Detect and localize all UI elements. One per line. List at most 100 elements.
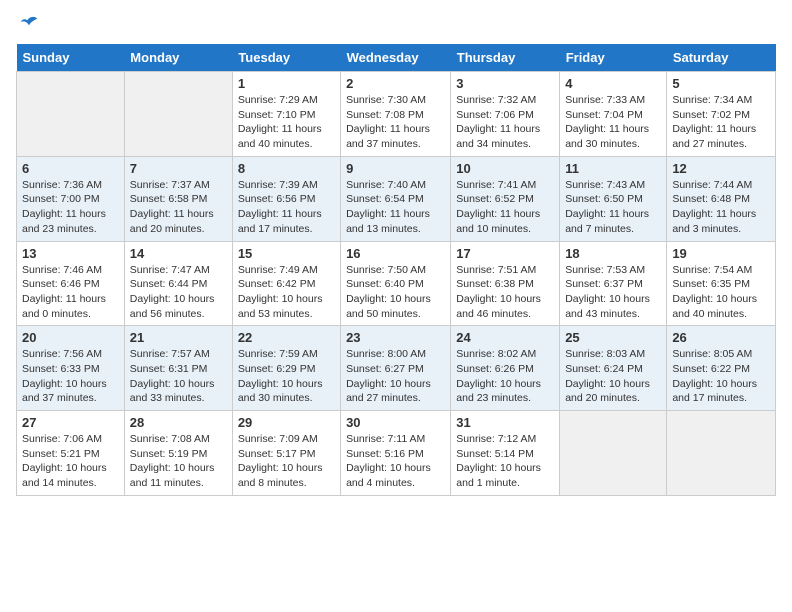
calendar-cell: 20Sunrise: 7:56 AM Sunset: 6:33 PM Dayli…	[17, 326, 125, 411]
day-number: 25	[565, 330, 661, 345]
day-info: Sunrise: 7:53 AM Sunset: 6:37 PM Dayligh…	[565, 264, 650, 320]
day-number: 7	[130, 161, 227, 176]
day-info: Sunrise: 8:05 AM Sunset: 6:22 PM Dayligh…	[672, 348, 757, 404]
week-row-4: 20Sunrise: 7:56 AM Sunset: 6:33 PM Dayli…	[17, 326, 776, 411]
day-info: Sunrise: 8:03 AM Sunset: 6:24 PM Dayligh…	[565, 348, 650, 404]
day-info: Sunrise: 7:46 AM Sunset: 6:46 PM Dayligh…	[22, 264, 106, 320]
calendar-cell: 25 Sunrise: 8:03 AM Sunset: 6:24 PM Dayli…	[560, 326, 667, 411]
calendar-cell: 31Sunrise: 7:12 AM Sunset: 5:14 PM Dayli…	[451, 411, 560, 496]
calendar-cell: 11Sunrise: 7:43 AM Sunset: 6:50 PM Dayli…	[560, 156, 667, 241]
day-number: 9	[346, 161, 445, 176]
calendar-cell: 13 Sunrise: 7:46 AM Sunset: 6:46 PM Dayli…	[17, 241, 125, 326]
calendar-cell: 2 Sunrise: 7:30 AM Sunset: 7:08 PM Daylig…	[341, 72, 451, 157]
calendar-cell: 23 Sunrise: 8:00 AM Sunset: 6:27 PM Dayli…	[341, 326, 451, 411]
day-info: Sunrise: 7:08 AM Sunset: 5:19 PM Dayligh…	[130, 433, 215, 489]
day-number: 17	[456, 246, 554, 261]
calendar-cell	[667, 411, 776, 496]
calendar-cell: 28 Sunrise: 7:08 AM Sunset: 5:19 PM Dayli…	[124, 411, 232, 496]
day-number: 24	[456, 330, 554, 345]
calendar-cell	[560, 411, 667, 496]
day-number: 11	[565, 161, 661, 176]
day-info: Sunrise: 7:56 AM Sunset: 6:33 PM Dayligh…	[22, 348, 107, 404]
day-info: Sunrise: 7:33 AM Sunset: 7:04 PM Dayligh…	[565, 94, 649, 150]
logo	[16, 16, 39, 32]
calendar-cell: 8 Sunrise: 7:39 AM Sunset: 6:56 PM Daylig…	[232, 156, 340, 241]
calendar-cell	[17, 72, 125, 157]
day-number: 13	[22, 246, 119, 261]
day-number: 3	[456, 76, 554, 91]
day-info: Sunrise: 7:41 AM Sunset: 6:52 PM Dayligh…	[456, 179, 540, 235]
day-info: Sunrise: 7:36 AM Sunset: 7:00 PM Dayligh…	[22, 179, 106, 235]
day-number: 30	[346, 415, 445, 430]
calendar-cell: 29 Sunrise: 7:09 AM Sunset: 5:17 PM Dayli…	[232, 411, 340, 496]
week-row-2: 6 Sunrise: 7:36 AM Sunset: 7:00 PM Daylig…	[17, 156, 776, 241]
day-number: 18	[565, 246, 661, 261]
week-row-3: 13 Sunrise: 7:46 AM Sunset: 6:46 PM Dayli…	[17, 241, 776, 326]
day-number: 14	[130, 246, 227, 261]
calendar-cell: 26 Sunrise: 8:05 AM Sunset: 6:22 PM Dayli…	[667, 326, 776, 411]
calendar-cell: 24 Sunrise: 8:02 AM Sunset: 6:26 PM Dayli…	[451, 326, 560, 411]
day-info: Sunrise: 7:51 AM Sunset: 6:38 PM Dayligh…	[456, 264, 541, 320]
day-info: Sunrise: 7:09 AM Sunset: 5:17 PM Dayligh…	[238, 433, 323, 489]
week-row-5: 27 Sunrise: 7:06 AM Sunset: 5:21 PM Dayli…	[17, 411, 776, 496]
day-info: Sunrise: 7:06 AM Sunset: 5:21 PM Dayligh…	[22, 433, 107, 489]
day-number: 19	[672, 246, 770, 261]
day-header-tuesday: Tuesday	[232, 44, 340, 72]
day-number: 27	[22, 415, 119, 430]
calendar-cell: 19 Sunrise: 7:54 AM Sunset: 6:35 PM Dayli…	[667, 241, 776, 326]
day-number: 8	[238, 161, 335, 176]
day-header-wednesday: Wednesday	[341, 44, 451, 72]
day-info: Sunrise: 7:50 AM Sunset: 6:40 PM Dayligh…	[346, 264, 431, 320]
calendar-cell: 12Sunrise: 7:44 AM Sunset: 6:48 PM Dayli…	[667, 156, 776, 241]
day-number: 22	[238, 330, 335, 345]
day-number: 31	[456, 415, 554, 430]
day-info: Sunrise: 7:29 AM Sunset: 7:10 PM Dayligh…	[238, 94, 322, 150]
day-number: 1	[238, 76, 335, 91]
day-number: 26	[672, 330, 770, 345]
calendar-cell: 1 Sunrise: 7:29 AM Sunset: 7:10 PM Daylig…	[232, 72, 340, 157]
day-number: 4	[565, 76, 661, 91]
calendar-table: SundayMondayTuesdayWednesdayThursdayFrid…	[16, 44, 776, 496]
day-number: 15	[238, 246, 335, 261]
day-number: 5	[672, 76, 770, 91]
calendar-cell: 10 Sunrise: 7:41 AM Sunset: 6:52 PM Dayli…	[451, 156, 560, 241]
calendar-cell: 6 Sunrise: 7:36 AM Sunset: 7:00 PM Daylig…	[17, 156, 125, 241]
day-header-saturday: Saturday	[667, 44, 776, 72]
week-row-1: 1 Sunrise: 7:29 AM Sunset: 7:10 PM Daylig…	[17, 72, 776, 157]
page-header	[16, 16, 776, 32]
logo-bird-icon	[19, 12, 39, 32]
calendar-cell: 7Sunrise: 7:37 AM Sunset: 6:58 PM Daylig…	[124, 156, 232, 241]
day-info: Sunrise: 7:54 AM Sunset: 6:35 PM Dayligh…	[672, 264, 757, 320]
day-info: Sunrise: 7:34 AM Sunset: 7:02 PM Dayligh…	[672, 94, 756, 150]
day-number: 23	[346, 330, 445, 345]
day-header-monday: Monday	[124, 44, 232, 72]
day-info: Sunrise: 7:32 AM Sunset: 7:06 PM Dayligh…	[456, 94, 540, 150]
calendar-cell: 3 Sunrise: 7:32 AM Sunset: 7:06 PM Daylig…	[451, 72, 560, 157]
calendar-cell: 14Sunrise: 7:47 AM Sunset: 6:44 PM Dayli…	[124, 241, 232, 326]
calendar-cell: 27 Sunrise: 7:06 AM Sunset: 5:21 PM Dayli…	[17, 411, 125, 496]
calendar-cell	[124, 72, 232, 157]
day-info: Sunrise: 7:39 AM Sunset: 6:56 PM Dayligh…	[238, 179, 322, 235]
day-number: 21	[130, 330, 227, 345]
day-header-sunday: Sunday	[17, 44, 125, 72]
calendar-cell: 16 Sunrise: 7:50 AM Sunset: 6:40 PM Dayli…	[341, 241, 451, 326]
day-number: 10	[456, 161, 554, 176]
day-info: Sunrise: 7:57 AM Sunset: 6:31 PM Dayligh…	[130, 348, 215, 404]
day-info: Sunrise: 8:00 AM Sunset: 6:27 PM Dayligh…	[346, 348, 431, 404]
calendar-cell: 22Sunrise: 7:59 AM Sunset: 6:29 PM Dayli…	[232, 326, 340, 411]
day-info: Sunrise: 8:02 AM Sunset: 6:26 PM Dayligh…	[456, 348, 541, 404]
day-info: Sunrise: 7:11 AM Sunset: 5:16 PM Dayligh…	[346, 433, 431, 489]
day-number: 28	[130, 415, 227, 430]
calendar-cell: 4 Sunrise: 7:33 AM Sunset: 7:04 PM Daylig…	[560, 72, 667, 157]
day-number: 6	[22, 161, 119, 176]
day-number: 2	[346, 76, 445, 91]
day-info: Sunrise: 7:49 AM Sunset: 6:42 PM Dayligh…	[238, 264, 323, 320]
calendar-cell: 18 Sunrise: 7:53 AM Sunset: 6:37 PM Dayli…	[560, 241, 667, 326]
day-number: 16	[346, 246, 445, 261]
calendar-cell: 15 Sunrise: 7:49 AM Sunset: 6:42 PM Dayli…	[232, 241, 340, 326]
day-number: 29	[238, 415, 335, 430]
calendar-cell: 21 Sunrise: 7:57 AM Sunset: 6:31 PM Dayli…	[124, 326, 232, 411]
day-info: Sunrise: 7:30 AM Sunset: 7:08 PM Dayligh…	[346, 94, 430, 150]
calendar-cell: 17 Sunrise: 7:51 AM Sunset: 6:38 PM Dayli…	[451, 241, 560, 326]
day-info: Sunrise: 7:44 AM Sunset: 6:48 PM Dayligh…	[672, 179, 756, 235]
